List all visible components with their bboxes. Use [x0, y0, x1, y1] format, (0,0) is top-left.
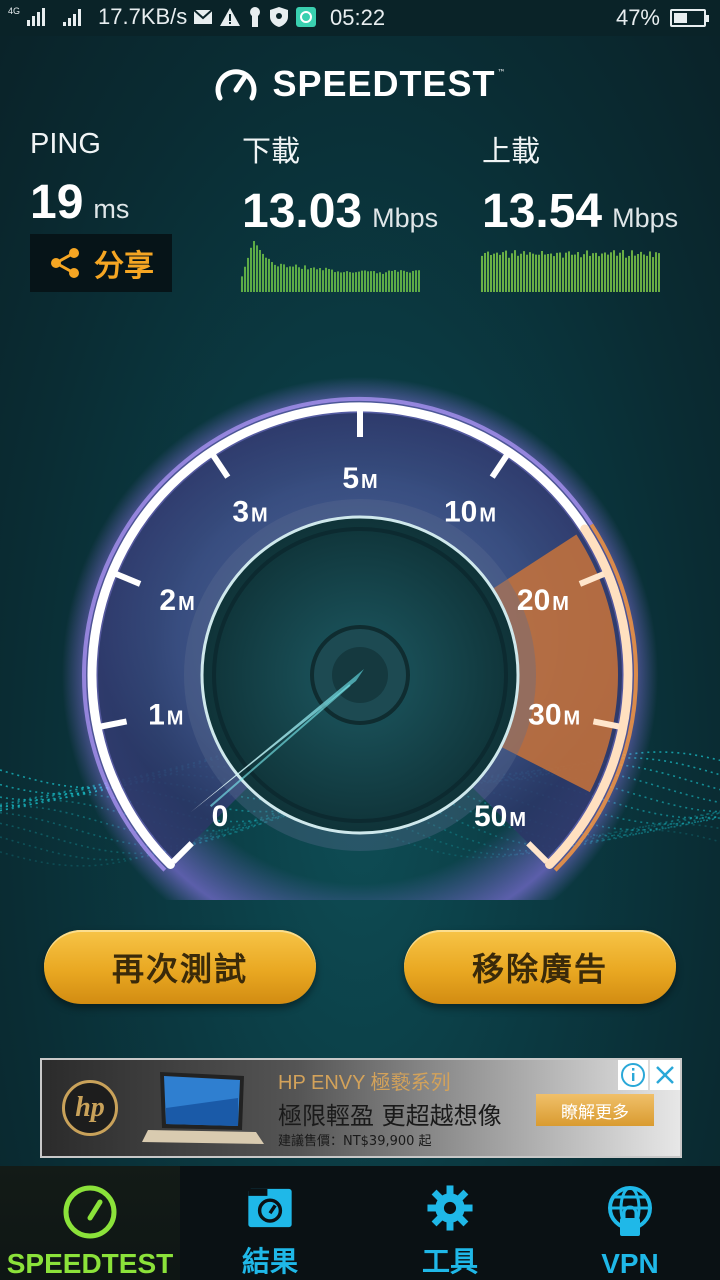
nav-results[interactable]: 結果: [180, 1166, 360, 1280]
download-unit: Mbps: [372, 203, 439, 233]
download-value: 13.03: [242, 185, 363, 238]
battery-percent: 47%: [615, 5, 660, 30]
battery-icon: [670, 9, 709, 27]
clock: 05:22: [330, 5, 386, 30]
mail-icon: [193, 9, 213, 24]
shield-icon: [270, 7, 289, 27]
ad-cta-button[interactable]: 瞭解更多: [536, 1094, 654, 1126]
ad-headline: 極限輕盈 更超越想像: [278, 1102, 502, 1130]
share-icon: [51, 248, 79, 278]
nav-speedtest-label: SPEEDTEST: [6, 1248, 174, 1279]
share-label: 分享: [94, 249, 154, 284]
status-bar: 4G 17.7KB/s 05:22 47%: [0, 0, 720, 36]
data-rate: 17.7KB/s: [98, 4, 188, 29]
speed-gauge: 01 M2 M3 M5 M10 M20 M30 M50 M: [0, 377, 720, 900]
gear-icon: [427, 1185, 473, 1231]
ad-brand: HP ENVY 極褻系列: [278, 1072, 451, 1094]
hp-logo: hp: [62, 1080, 118, 1136]
results-icon: [248, 1188, 292, 1228]
upload-label: 上載: [482, 136, 541, 168]
trademark: ™: [497, 67, 506, 77]
app-title: SPEEDTEST: [272, 63, 496, 104]
globe-lock-icon: [608, 1186, 652, 1236]
download-label: 下載: [242, 136, 301, 168]
ad-banner[interactable]: hp HP ENVY 極褻系列 極限輕盈 更超越想像 建議售價：NT$39,90…: [40, 1058, 682, 1158]
upload-stat: 上載 13.54 Mbps: [482, 128, 678, 239]
nav-tools-label: 工具: [421, 1246, 478, 1277]
laptop-image: [142, 1072, 264, 1144]
ping-unit: ms: [93, 194, 130, 224]
remove-ads-button[interactable]: 移除廣告: [404, 930, 676, 1004]
nav-tools[interactable]: 工具: [360, 1166, 540, 1280]
upload-value: 13.54: [482, 185, 603, 238]
nav-results-label: 結果: [241, 1246, 298, 1277]
speedometer-icon: [216, 69, 257, 101]
nav-vpn[interactable]: VPN: [540, 1166, 720, 1280]
upload-sparkline: [481, 250, 660, 292]
battery-level: [674, 13, 688, 23]
speedometer-icon: [63, 1185, 117, 1239]
ad-info-icon[interactable]: [618, 1060, 648, 1090]
signal-icon-2: [63, 9, 82, 26]
warning-icon: [220, 8, 241, 26]
nav-speedtest[interactable]: SPEEDTEST: [0, 1166, 180, 1280]
download-stat: 下載 13.03 Mbps: [242, 128, 438, 239]
ping-stat: PING 19 ms: [30, 128, 129, 230]
gauge-label: 0: [212, 800, 229, 833]
signal-icon: [27, 8, 46, 26]
ad-price: 建議售價：NT$39,900 起: [278, 1134, 432, 1149]
keyhole-icon: [250, 7, 261, 27]
app-notification-icon: [296, 7, 317, 27]
download-sparkline: [241, 241, 420, 292]
network-type: 4G: [8, 5, 21, 16]
ad-close-icon[interactable]: [650, 1060, 680, 1090]
ping-value: 19: [30, 176, 84, 229]
app-header: SPEEDTEST ™: [0, 60, 720, 108]
gauge-body: [62, 377, 658, 900]
share-button[interactable]: 分享: [30, 234, 172, 292]
upload-unit: Mbps: [612, 203, 679, 233]
ping-label: PING: [30, 128, 101, 160]
bottom-nav: SPEEDTEST 結果 工具 VPN: [0, 1166, 720, 1280]
nav-vpn-label: VPN: [601, 1248, 659, 1279]
retest-button[interactable]: 再次測試: [44, 930, 316, 1004]
